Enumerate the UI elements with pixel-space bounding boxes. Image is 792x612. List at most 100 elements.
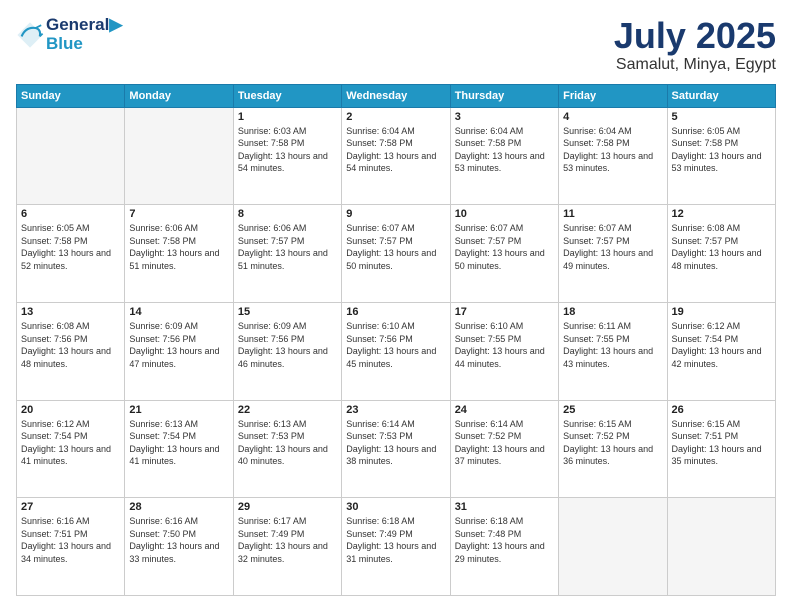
day-number: 22: [238, 404, 337, 416]
weekday-header-saturday: Saturday: [667, 84, 775, 107]
day-info: Sunrise: 6:07 AMSunset: 7:57 PMDaylight:…: [455, 222, 554, 272]
calendar-cell: [17, 107, 125, 205]
calendar-cell: 2 Sunrise: 6:04 AMSunset: 7:58 PMDaylight…: [342, 107, 450, 205]
calendar-week-row: 6 Sunrise: 6:05 AMSunset: 7:58 PMDaylight…: [17, 205, 776, 303]
day-number: 28: [129, 501, 228, 513]
calendar-cell: [559, 498, 667, 596]
calendar-cell: 30 Sunrise: 6:18 AMSunset: 7:49 PMDayligh…: [342, 498, 450, 596]
calendar-cell: 9Sunrise: 6:07 AMSunset: 7:57 PMDaylight…: [342, 205, 450, 303]
day-number: 24: [455, 404, 554, 416]
calendar-cell: 16Sunrise: 6:10 AMSunset: 7:56 PMDayligh…: [342, 302, 450, 400]
calendar-cell: 10 Sunrise: 6:07 AMSunset: 7:57 PMDayligh…: [450, 205, 558, 303]
month-title: July 2025: [614, 16, 776, 56]
day-number: 29: [238, 501, 337, 513]
day-number: 21: [129, 404, 228, 416]
day-info: Sunrise: 6:08 AMSunset: 7:56 PMDaylight:…: [21, 320, 120, 370]
calendar-week-row: 13 Sunrise: 6:08 AMSunset: 7:56 PMDayligh…: [17, 302, 776, 400]
day-number: 18: [563, 306, 662, 318]
day-number: 15: [238, 306, 337, 318]
weekday-header-row: SundayMondayTuesdayWednesdayThursdayFrid…: [17, 84, 776, 107]
day-number: 16: [346, 306, 445, 318]
day-number: 6: [21, 208, 120, 220]
calendar-cell: 3 Sunrise: 6:04 AMSunset: 7:58 PMDaylight…: [450, 107, 558, 205]
calendar-table: SundayMondayTuesdayWednesdayThursdayFrid…: [16, 84, 776, 596]
day-info: Sunrise: 6:17 AMSunset: 7:49 PMDaylight:…: [238, 515, 337, 565]
calendar-cell: 15 Sunrise: 6:09 AMSunset: 7:56 PMDayligh…: [233, 302, 341, 400]
calendar-cell: 19Sunrise: 6:12 AMSunset: 7:54 PMDayligh…: [667, 302, 775, 400]
day-number: 7: [129, 208, 228, 220]
day-number: 31: [455, 501, 554, 513]
day-number: 10: [455, 208, 554, 220]
logo-text: General▶ Blue: [46, 16, 122, 53]
calendar-cell: 4 Sunrise: 6:04 AMSunset: 7:58 PMDaylight…: [559, 107, 667, 205]
calendar-week-row: 27 Sunrise: 6:16 AMSunset: 7:51 PMDayligh…: [17, 498, 776, 596]
day-info: Sunrise: 6:18 AMSunset: 7:48 PMDaylight:…: [455, 515, 554, 565]
day-number: 13: [21, 306, 120, 318]
logo: General▶ Blue: [16, 16, 122, 53]
day-info: Sunrise: 6:05 AMSunset: 7:58 PMDaylight:…: [21, 222, 120, 272]
calendar-cell: 5Sunrise: 6:05 AMSunset: 7:58 PMDaylight…: [667, 107, 775, 205]
day-info: Sunrise: 6:04 AMSunset: 7:58 PMDaylight:…: [455, 125, 554, 175]
day-number: 20: [21, 404, 120, 416]
day-number: 26: [672, 404, 771, 416]
day-info: Sunrise: 6:13 AMSunset: 7:54 PMDaylight:…: [129, 418, 228, 468]
day-info: Sunrise: 6:04 AMSunset: 7:58 PMDaylight:…: [563, 125, 662, 175]
weekday-header-monday: Monday: [125, 84, 233, 107]
location-title: Samalut, Minya, Egypt: [614, 56, 776, 74]
day-info: Sunrise: 6:04 AMSunset: 7:58 PMDaylight:…: [346, 125, 445, 175]
weekday-header-sunday: Sunday: [17, 84, 125, 107]
calendar-week-row: 20 Sunrise: 6:12 AMSunset: 7:54 PMDayligh…: [17, 400, 776, 498]
day-info: Sunrise: 6:13 AMSunset: 7:53 PMDaylight:…: [238, 418, 337, 468]
day-info: Sunrise: 6:05 AMSunset: 7:58 PMDaylight:…: [672, 125, 771, 175]
calendar-cell: 7 Sunrise: 6:06 AMSunset: 7:58 PMDaylight…: [125, 205, 233, 303]
calendar-cell: 25 Sunrise: 6:15 AMSunset: 7:52 PMDayligh…: [559, 400, 667, 498]
calendar-cell: 17 Sunrise: 6:10 AMSunset: 7:55 PMDayligh…: [450, 302, 558, 400]
weekday-header-friday: Friday: [559, 84, 667, 107]
day-info: Sunrise: 6:07 AMSunset: 7:57 PMDaylight:…: [563, 222, 662, 272]
day-number: 12: [672, 208, 771, 220]
calendar-cell: 8Sunrise: 6:06 AMSunset: 7:57 PMDaylight…: [233, 205, 341, 303]
calendar-cell: 22 Sunrise: 6:13 AMSunset: 7:53 PMDayligh…: [233, 400, 341, 498]
calendar-cell: 31 Sunrise: 6:18 AMSunset: 7:48 PMDayligh…: [450, 498, 558, 596]
calendar-cell: 6 Sunrise: 6:05 AMSunset: 7:58 PMDaylight…: [17, 205, 125, 303]
calendar-cell: 13 Sunrise: 6:08 AMSunset: 7:56 PMDayligh…: [17, 302, 125, 400]
calendar-cell: 24Sunrise: 6:14 AMSunset: 7:52 PMDayligh…: [450, 400, 558, 498]
day-number: 1: [238, 111, 337, 123]
calendar-cell: 21 Sunrise: 6:13 AMSunset: 7:54 PMDayligh…: [125, 400, 233, 498]
day-number: 3: [455, 111, 554, 123]
day-info: Sunrise: 6:14 AMSunset: 7:53 PMDaylight:…: [346, 418, 445, 468]
day-info: Sunrise: 6:16 AMSunset: 7:51 PMDaylight:…: [21, 515, 120, 565]
day-info: Sunrise: 6:15 AMSunset: 7:51 PMDaylight:…: [672, 418, 771, 468]
day-info: Sunrise: 6:03 AMSunset: 7:58 PMDaylight:…: [238, 125, 337, 175]
calendar-cell: 14 Sunrise: 6:09 AMSunset: 7:56 PMDayligh…: [125, 302, 233, 400]
day-number: 4: [563, 111, 662, 123]
day-number: 2: [346, 111, 445, 123]
day-info: Sunrise: 6:12 AMSunset: 7:54 PMDaylight:…: [21, 418, 120, 468]
weekday-header-thursday: Thursday: [450, 84, 558, 107]
day-info: Sunrise: 6:11 AMSunset: 7:55 PMDaylight:…: [563, 320, 662, 370]
calendar-cell: 20 Sunrise: 6:12 AMSunset: 7:54 PMDayligh…: [17, 400, 125, 498]
day-number: 27: [21, 501, 120, 513]
day-info: Sunrise: 6:15 AMSunset: 7:52 PMDaylight:…: [563, 418, 662, 468]
day-info: Sunrise: 6:10 AMSunset: 7:55 PMDaylight:…: [455, 320, 554, 370]
logo-icon: [16, 21, 44, 49]
day-number: 9: [346, 208, 445, 220]
weekday-header-wednesday: Wednesday: [342, 84, 450, 107]
calendar-cell: 12Sunrise: 6:08 AMSunset: 7:57 PMDayligh…: [667, 205, 775, 303]
calendar-cell: 18 Sunrise: 6:11 AMSunset: 7:55 PMDayligh…: [559, 302, 667, 400]
header: General▶ Blue July 2025 Samalut, Minya, …: [16, 16, 776, 74]
day-number: 30: [346, 501, 445, 513]
day-info: Sunrise: 6:09 AMSunset: 7:56 PMDaylight:…: [238, 320, 337, 370]
day-number: 17: [455, 306, 554, 318]
calendar-cell: 1 Sunrise: 6:03 AMSunset: 7:58 PMDaylight…: [233, 107, 341, 205]
day-number: 11: [563, 208, 662, 220]
day-info: Sunrise: 6:18 AMSunset: 7:49 PMDaylight:…: [346, 515, 445, 565]
calendar-cell: 27 Sunrise: 6:16 AMSunset: 7:51 PMDayligh…: [17, 498, 125, 596]
title-area: July 2025 Samalut, Minya, Egypt: [614, 16, 776, 74]
day-number: 14: [129, 306, 228, 318]
day-info: Sunrise: 6:09 AMSunset: 7:56 PMDaylight:…: [129, 320, 228, 370]
day-info: Sunrise: 6:06 AMSunset: 7:58 PMDaylight:…: [129, 222, 228, 272]
day-info: Sunrise: 6:12 AMSunset: 7:54 PMDaylight:…: [672, 320, 771, 370]
calendar-cell: 23Sunrise: 6:14 AMSunset: 7:53 PMDayligh…: [342, 400, 450, 498]
day-number: 25: [563, 404, 662, 416]
